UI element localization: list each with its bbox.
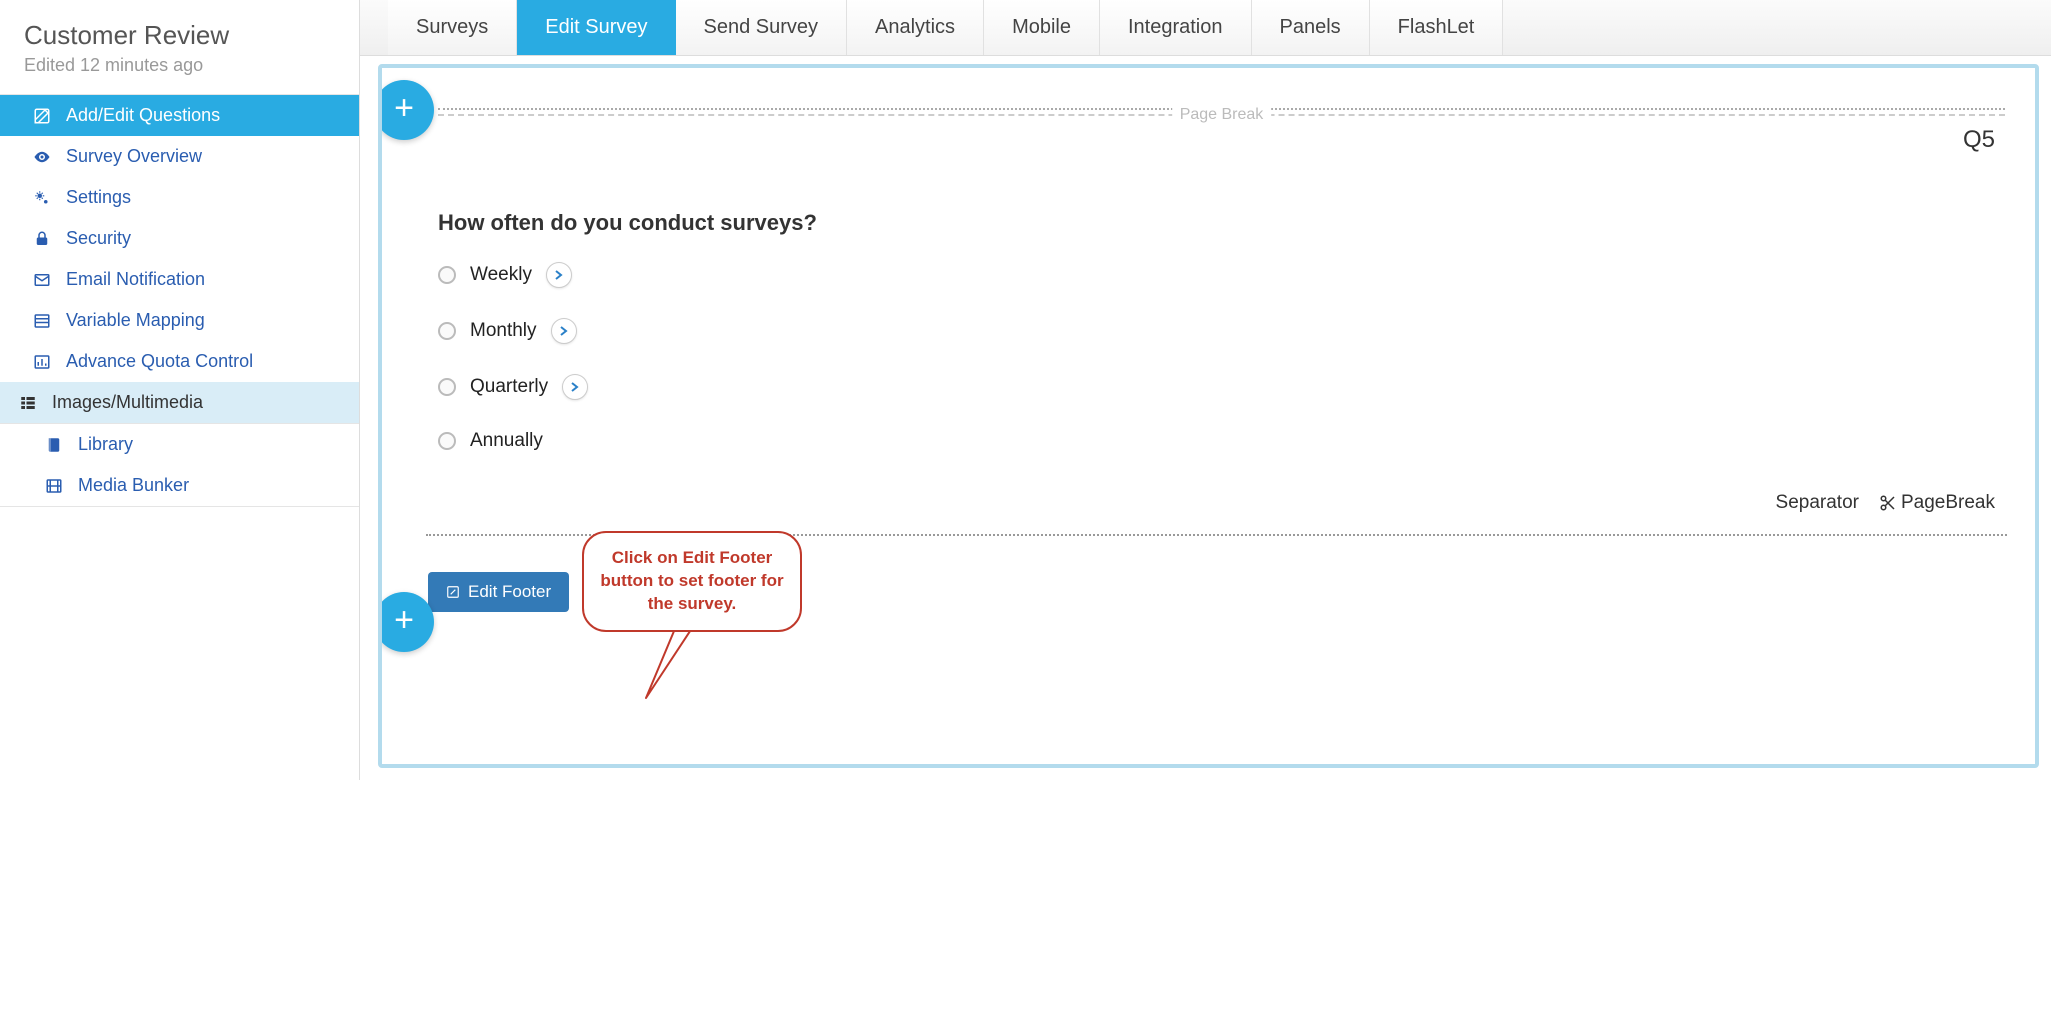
- sidebar-item-label: Advance Quota Control: [66, 351, 253, 372]
- envelope-icon: [30, 271, 54, 289]
- tab-edit-survey[interactable]: Edit Survey: [517, 0, 675, 55]
- option-row[interactable]: Annually: [438, 430, 1979, 452]
- page-break-dashed-line: Page Break: [438, 114, 2005, 116]
- radio-icon[interactable]: [438, 432, 456, 450]
- main-area: Surveys Edit Survey Send Survey Analytic…: [360, 0, 2051, 780]
- sidebar-item-label: Settings: [66, 187, 131, 208]
- survey-meta: Edited 12 minutes ago: [24, 55, 335, 76]
- tab-surveys[interactable]: Surveys: [388, 0, 517, 55]
- list-icon: [30, 312, 54, 330]
- sidebar-item-label: Email Notification: [66, 269, 205, 290]
- lock-icon: [30, 230, 54, 248]
- option-label: Annually: [470, 430, 543, 452]
- eye-icon: [30, 148, 54, 166]
- sidebar-item-label: Media Bunker: [78, 475, 189, 496]
- question-number: Q5: [1963, 126, 1995, 154]
- th-list-icon: [16, 394, 40, 412]
- option-label: Quarterly: [470, 376, 548, 398]
- sidebar-item-label: Security: [66, 228, 131, 249]
- bar-chart-icon: [30, 353, 54, 371]
- sidebar-item-add-edit-questions[interactable]: Add/Edit Questions: [0, 95, 359, 136]
- option-row[interactable]: Monthly: [438, 318, 1979, 344]
- option-chevron-button[interactable]: [562, 374, 588, 400]
- sidebar: Customer Review Edited 12 minutes ago Ad…: [0, 0, 360, 780]
- tab-flashlet[interactable]: FlashLet: [1370, 0, 1504, 55]
- sidebar-item-label: Add/Edit Questions: [66, 105, 220, 126]
- option-chevron-button[interactable]: [551, 318, 577, 344]
- sidebar-item-label: Library: [78, 434, 133, 455]
- add-question-button-bottom[interactable]: +: [378, 592, 434, 652]
- radio-icon[interactable]: [438, 378, 456, 396]
- sidebar-item-settings[interactable]: Settings: [0, 177, 359, 218]
- film-icon: [42, 477, 66, 495]
- sidebar-item-variable-mapping[interactable]: Variable Mapping: [0, 300, 359, 341]
- top-tabs: Surveys Edit Survey Send Survey Analytic…: [360, 0, 2051, 56]
- gears-icon: [30, 189, 54, 207]
- question-text: How often do you conduct surveys?: [438, 210, 1979, 236]
- sidebar-item-security[interactable]: Security: [0, 218, 359, 259]
- sidebar-item-media-bunker[interactable]: Media Bunker: [0, 465, 359, 506]
- tab-integration[interactable]: Integration: [1100, 0, 1252, 55]
- page-break-marker: Page Break: [422, 108, 2005, 116]
- page-break-label: Page Break: [1172, 106, 1272, 124]
- radio-icon[interactable]: [438, 322, 456, 340]
- option-label: Monthly: [470, 320, 537, 342]
- sidebar-item-images-multimedia[interactable]: Images/Multimedia: [0, 382, 359, 424]
- edit-footer-button[interactable]: Edit Footer: [428, 572, 569, 612]
- canvas-outer: + + Page Break Q5 How often do you condu…: [360, 56, 2051, 780]
- plus-icon: +: [394, 601, 414, 640]
- sidebar-item-email-notification[interactable]: Email Notification: [0, 259, 359, 300]
- callout-text: Click on Edit Footer button to set foote…: [600, 548, 783, 613]
- question-actions: Separator PageBreak: [382, 492, 2035, 514]
- separator-action[interactable]: Separator: [1776, 492, 1859, 514]
- sidebar-header: Customer Review Edited 12 minutes ago: [0, 0, 359, 95]
- option-row[interactable]: Weekly: [438, 262, 1979, 288]
- sidebar-item-label: Variable Mapping: [66, 310, 205, 331]
- radio-icon[interactable]: [438, 266, 456, 284]
- sidebar-divider: [0, 506, 359, 507]
- question-block: Q5 How often do you conduct surveys? Wee…: [382, 126, 2035, 492]
- sidebar-item-label: Images/Multimedia: [52, 392, 203, 413]
- option-row[interactable]: Quarterly: [438, 374, 1979, 400]
- sidebar-item-library[interactable]: Library: [0, 424, 359, 465]
- app-container: Customer Review Edited 12 minutes ago Ad…: [0, 0, 2051, 780]
- plus-icon: +: [394, 89, 414, 128]
- scissors-icon: [1879, 494, 1897, 512]
- tab-analytics[interactable]: Analytics: [847, 0, 984, 55]
- sidebar-nav: Add/Edit Questions Survey Overview Setti…: [0, 95, 359, 507]
- canvas: + + Page Break Q5 How often do you condu…: [378, 64, 2039, 768]
- pagebreak-label: PageBreak: [1901, 492, 1995, 514]
- chevron-right-icon: [554, 270, 564, 280]
- edit-icon: [30, 107, 54, 125]
- callout-annotation: Click on Edit Footer button to set foote…: [582, 531, 802, 632]
- survey-title: Customer Review: [24, 20, 335, 51]
- edit-footer-label: Edit Footer: [468, 582, 551, 602]
- tab-send-survey[interactable]: Send Survey: [676, 0, 848, 55]
- pagebreak-action[interactable]: PageBreak: [1879, 492, 1995, 514]
- separator-label: Separator: [1776, 492, 1859, 514]
- book-icon: [42, 436, 66, 454]
- sidebar-item-survey-overview[interactable]: Survey Overview: [0, 136, 359, 177]
- chevron-right-icon: [570, 382, 580, 392]
- sidebar-item-advance-quota[interactable]: Advance Quota Control: [0, 341, 359, 382]
- tab-panels[interactable]: Panels: [1252, 0, 1370, 55]
- tab-mobile[interactable]: Mobile: [984, 0, 1100, 55]
- sidebar-item-label: Survey Overview: [66, 146, 202, 167]
- option-chevron-button[interactable]: [546, 262, 572, 288]
- chevron-right-icon: [559, 326, 569, 336]
- pencil-square-icon: [446, 585, 460, 599]
- option-label: Weekly: [470, 264, 532, 286]
